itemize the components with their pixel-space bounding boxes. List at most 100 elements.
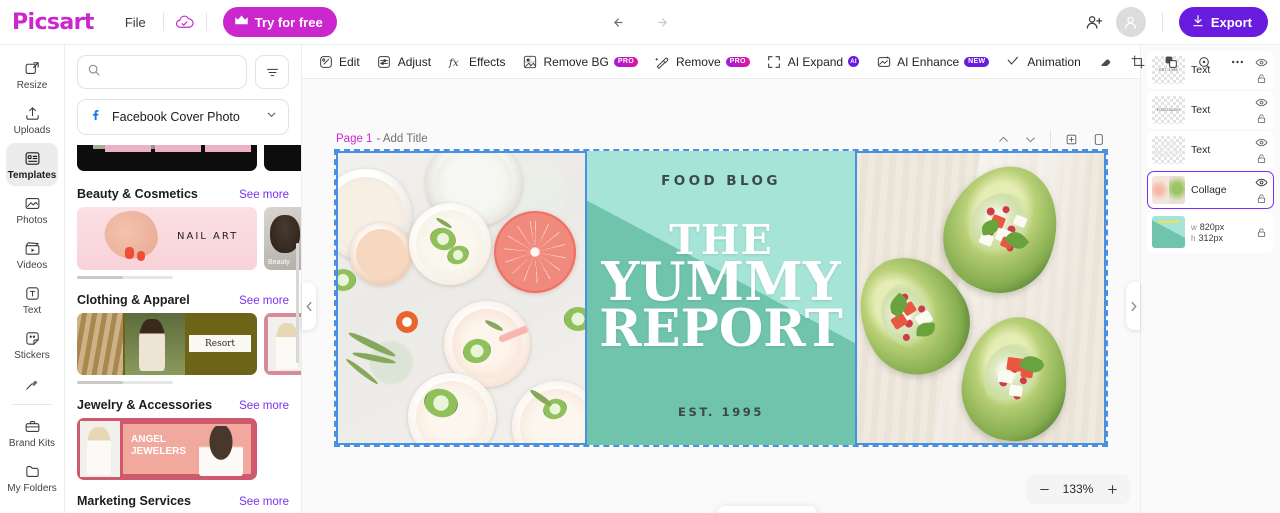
sidebar-item-videos[interactable]: Videos — [6, 233, 58, 276]
add-page-icon[interactable] — [1063, 131, 1079, 147]
see-more-link[interactable]: See more — [239, 189, 289, 201]
kicker-text[interactable]: FOOD BLOG — [661, 173, 781, 189]
toolbar-label: Animation — [1027, 54, 1081, 69]
sidebar-item-templates[interactable]: Templates — [6, 143, 58, 186]
layer-item-collage[interactable]: Collage — [1147, 171, 1274, 209]
search-icon — [87, 63, 101, 82]
canvas-cell-avocado-photo[interactable] — [855, 151, 1106, 445]
search-input[interactable] — [108, 65, 237, 79]
sidebar-item-draw[interactable] — [6, 368, 58, 397]
template-thumbnail-angel-jewelers[interactable]: ANGEL JEWELERS — [77, 418, 257, 480]
zoom-control: 133% — [1026, 474, 1130, 504]
svg-text:fx: fx — [448, 56, 459, 69]
pro-badge: PRO — [613, 56, 638, 67]
template-thumbnail-resort[interactable]: Resort — [77, 313, 257, 375]
try-for-free-button[interactable]: Try for free — [222, 7, 337, 37]
height-value: 312px — [1198, 232, 1223, 243]
toolbar-remove[interactable]: Remove PRO — [647, 49, 757, 74]
layer-item-text-2[interactable]: FOOD BLOG Text — [1147, 91, 1274, 129]
category-select[interactable]: Facebook Cover Photo — [77, 99, 289, 135]
lock-icon[interactable] — [1254, 152, 1268, 165]
download-icon — [1191, 14, 1205, 31]
lock-icon[interactable] — [1254, 192, 1268, 205]
toolbar-label: Remove BG — [543, 54, 609, 69]
toolbar-effects[interactable]: fx Effects — [440, 49, 512, 74]
visibility-icon[interactable] — [1254, 96, 1268, 109]
toolbar-duplicate[interactable] — [1156, 49, 1187, 74]
collapse-right-panel-handle[interactable] — [1126, 282, 1140, 330]
toolbar-ai-enhance[interactable]: AI Enhance NEW — [868, 49, 996, 74]
footer-text[interactable]: EST. 1995 — [678, 405, 764, 419]
layer-actions — [1254, 56, 1268, 85]
add-user-icon[interactable] — [1080, 7, 1110, 37]
page-title[interactable]: - Add Title — [376, 133, 427, 145]
see-more-link[interactable]: See more — [239, 295, 289, 307]
sidebar-item-brand-kits[interactable]: Brand Kits — [6, 411, 58, 454]
avatar[interactable] — [1115, 7, 1146, 37]
object-more-icon[interactable] — [783, 508, 811, 513]
undo-icon[interactable] — [609, 11, 631, 33]
toolbar-eraser[interactable] — [1090, 49, 1121, 74]
toolbar-crop[interactable] — [1123, 49, 1154, 74]
delete-object-icon[interactable] — [753, 508, 781, 513]
panel-scrollbar[interactable] — [296, 243, 299, 363]
sidebar-item-photos[interactable]: Photos — [6, 188, 58, 231]
sidebar-label: My Folders — [7, 483, 57, 494]
lock-icon[interactable] — [1254, 226, 1268, 239]
filter-button[interactable] — [255, 55, 289, 89]
sidebar-item-uploads[interactable]: Uploads — [6, 98, 58, 141]
see-more-link[interactable]: See more — [239, 496, 289, 508]
chevron-up-icon[interactable] — [995, 131, 1011, 147]
templates-scroll-area[interactable]: Beauty & Cosmetics See more NAIL ART Bea… — [65, 145, 301, 513]
toolbar-remove-bg[interactable]: Remove BG PRO — [515, 49, 645, 74]
template-thumbnail[interactable] — [264, 145, 301, 171]
toolbar-label: Adjust — [397, 54, 432, 69]
divider — [205, 13, 207, 31]
main-title[interactable]: THE YUMMY REPORT — [599, 220, 842, 354]
template-thumbnail-nail-art[interactable]: NAIL ART — [77, 207, 257, 270]
duplicate-object-icon[interactable] — [723, 508, 751, 513]
redo-icon[interactable] — [649, 11, 671, 33]
layer-actions — [1254, 136, 1268, 165]
layer-item-text-3[interactable]: THE YUMMY REPORT Text — [1147, 131, 1274, 169]
toolbar-animation[interactable]: Animation — [998, 49, 1087, 74]
sidebar-item-stickers[interactable]: Stickers — [6, 323, 58, 366]
cloud-save-icon[interactable] — [174, 11, 196, 33]
template-row: ANGEL JEWELERS — [77, 418, 301, 480]
toolbar-adjust[interactable]: Adjust — [369, 49, 438, 74]
row-scrollbar[interactable] — [77, 276, 173, 279]
adjust-icon — [376, 53, 393, 70]
search-field[interactable] — [77, 55, 247, 89]
canvas-cell-drinks-photo[interactable] — [336, 151, 587, 445]
file-menu[interactable]: File — [118, 11, 153, 34]
toolbar-more[interactable] — [1222, 49, 1253, 74]
sidebar-item-text[interactable]: Text — [6, 278, 58, 321]
zoom-out-button[interactable] — [1032, 477, 1056, 501]
ai-enhance-icon — [875, 53, 892, 70]
visibility-icon[interactable] — [1254, 176, 1268, 189]
collapse-left-panel-handle[interactable] — [302, 282, 316, 330]
sidebar-label: Stickers — [14, 350, 50, 361]
zoom-in-button[interactable] — [1100, 477, 1124, 501]
sidebar-item-my-folders[interactable]: My Folders — [6, 456, 58, 499]
export-button[interactable]: Export — [1178, 7, 1268, 37]
toolbar-rotate[interactable] — [1189, 49, 1220, 74]
visibility-icon[interactable] — [1254, 136, 1268, 149]
sidebar-item-resize[interactable]: Resize — [6, 53, 58, 96]
row-scrollbar[interactable] — [77, 381, 173, 384]
zoom-level[interactable]: 133% — [1060, 482, 1096, 496]
template-thumbnail[interactable] — [77, 145, 257, 171]
chevron-down-icon[interactable] — [1022, 131, 1038, 147]
canvas-cell-title-panel[interactable]: FOOD BLOG THE YUMMY REPORT EST. 1995 — [587, 151, 855, 445]
see-more-link[interactable]: See more — [239, 400, 289, 412]
layer-item-background[interactable]: w 820px h 312px — [1147, 211, 1274, 253]
duplicate-page-icon[interactable] — [1090, 131, 1106, 147]
picsart-logo[interactable]: Picsart — [12, 10, 94, 35]
design-canvas[interactable]: FOOD BLOG THE YUMMY REPORT EST. 1995 — [334, 149, 1108, 447]
divider — [1050, 130, 1051, 148]
visibility-icon[interactable] — [1254, 56, 1268, 69]
lock-icon[interactable] — [1254, 72, 1268, 85]
lock-icon[interactable] — [1254, 112, 1268, 125]
toolbar-edit[interactable]: Edit — [310, 49, 367, 74]
toolbar-ai-expand[interactable]: AI Expand AI — [759, 49, 866, 74]
